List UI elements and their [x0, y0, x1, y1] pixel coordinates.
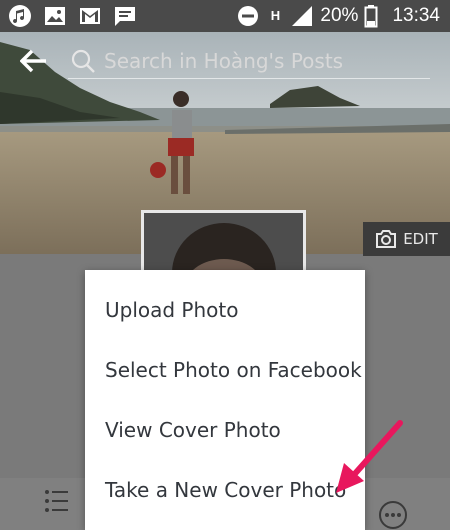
activity-list-icon[interactable] — [44, 488, 70, 514]
search-underline — [68, 78, 430, 79]
search-input[interactable]: Search in Hoàng's Posts — [104, 46, 404, 76]
edit-cover-button[interactable]: EDIT — [363, 222, 450, 256]
back-arrow-icon[interactable] — [20, 48, 48, 74]
menu-item-select-photo-on-facebook[interactable]: Select Photo on Facebook — [105, 355, 362, 385]
annotation-arrow-icon — [336, 420, 403, 493]
do-not-disturb-icon — [238, 6, 259, 26]
clock: 13:34 — [392, 5, 440, 26]
menu-item-view-cover-photo[interactable]: View Cover Photo — [105, 415, 281, 445]
battery-percent: 20% — [320, 5, 359, 26]
status-bar: H 20% 13:34 — [0, 0, 450, 32]
signal-icon — [292, 6, 313, 26]
network-type: H — [270, 8, 281, 23]
gmail-icon — [80, 8, 100, 24]
menu-item-upload-photo[interactable]: Upload Photo — [105, 295, 239, 325]
cover-photo-menu: Upload Photo Select Photo on Facebook Vi… — [85, 270, 365, 530]
music-app-icon — [9, 5, 31, 27]
menu-item-take-new-cover-photo[interactable]: Take a New Cover Photo — [105, 475, 346, 505]
battery-icon — [364, 5, 378, 28]
search-bar: Search in Hoàng's Posts — [0, 32, 450, 88]
search-icon — [71, 49, 95, 73]
camera-icon — [376, 230, 397, 248]
edit-label: EDIT — [403, 230, 438, 248]
more-options-icon[interactable] — [378, 500, 408, 530]
gallery-icon — [45, 7, 65, 25]
message-icon — [115, 7, 135, 26]
